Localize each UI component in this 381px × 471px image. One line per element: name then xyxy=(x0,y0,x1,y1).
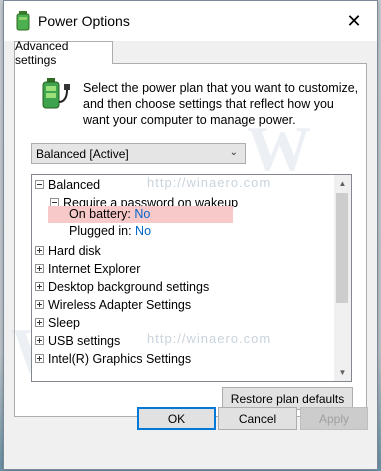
plan-select[interactable]: Balanced [Active] ⌄ xyxy=(31,143,246,164)
scroll-down-icon[interactable]: ▼ xyxy=(334,364,351,381)
watermark-text: http://winaero.com xyxy=(147,331,272,346)
watermark-text: http://winaero.com xyxy=(147,175,272,190)
setting-value-link[interactable]: No xyxy=(134,207,150,221)
chevron-down-icon: ⌄ xyxy=(229,147,238,158)
tree-node-sleep[interactable]: Sleep xyxy=(35,314,80,332)
tree-node-internet-explorer[interactable]: Internet Explorer xyxy=(35,260,140,278)
expand-icon[interactable] xyxy=(35,318,44,328)
expand-icon[interactable] xyxy=(35,246,44,256)
expand-icon[interactable] xyxy=(35,264,44,274)
setting-on-battery[interactable]: On battery: No xyxy=(69,205,150,223)
battery-plug-icon xyxy=(42,78,70,109)
tree-scrollbar[interactable]: ▲ ▼ xyxy=(334,175,351,381)
tab-advanced-settings[interactable]: Advanced settings xyxy=(14,39,113,67)
scroll-up-icon[interactable]: ▲ xyxy=(334,175,351,192)
scrollbar-thumb[interactable] xyxy=(336,193,348,303)
plan-select-value: Balanced [Active] xyxy=(36,146,129,161)
advanced-settings-panel: W W Select the power plan that you want … xyxy=(11,63,367,417)
setting-plugged-in[interactable]: Plugged in: No xyxy=(69,222,151,240)
tree-node-intel-graphics[interactable]: Intel(R) Graphics Settings xyxy=(35,350,191,368)
apply-button[interactable]: Apply xyxy=(300,407,368,430)
power-options-window: Power Options ✕ Advanced settings W W Se… xyxy=(3,0,378,470)
plan-description: Select the power plan that you want to c… xyxy=(83,81,359,127)
cancel-button[interactable]: Cancel xyxy=(218,407,297,430)
expand-icon[interactable] xyxy=(35,336,44,346)
power-options-icon xyxy=(16,11,30,31)
close-button[interactable]: ✕ xyxy=(331,1,377,41)
setting-value-link[interactable]: No xyxy=(135,224,151,238)
expand-icon[interactable] xyxy=(35,300,44,310)
close-icon: ✕ xyxy=(346,10,362,31)
settings-tree[interactable]: http://winaero.com Balanced Require a pa… xyxy=(31,174,352,382)
tree-node-desktop-background[interactable]: Desktop background settings xyxy=(35,278,209,296)
expand-icon[interactable] xyxy=(35,282,44,292)
title-bar[interactable]: Power Options ✕ xyxy=(4,1,377,41)
setting-label: Plugged in: xyxy=(69,224,132,238)
window-title: Power Options xyxy=(38,13,130,29)
ok-button[interactable]: OK xyxy=(137,407,216,430)
tree-node-plan[interactable]: Balanced xyxy=(35,176,100,194)
tree-node-hard-disk[interactable]: Hard disk xyxy=(35,242,101,260)
settings-tree-content: http://winaero.com Balanced Require a pa… xyxy=(32,175,335,381)
tree-node-usb-settings[interactable]: USB settings xyxy=(35,332,120,350)
tree-node-wireless-adapter[interactable]: Wireless Adapter Settings xyxy=(35,296,191,314)
collapse-icon[interactable] xyxy=(35,180,44,190)
expand-icon[interactable] xyxy=(35,354,44,364)
setting-label: On battery: xyxy=(69,207,131,221)
